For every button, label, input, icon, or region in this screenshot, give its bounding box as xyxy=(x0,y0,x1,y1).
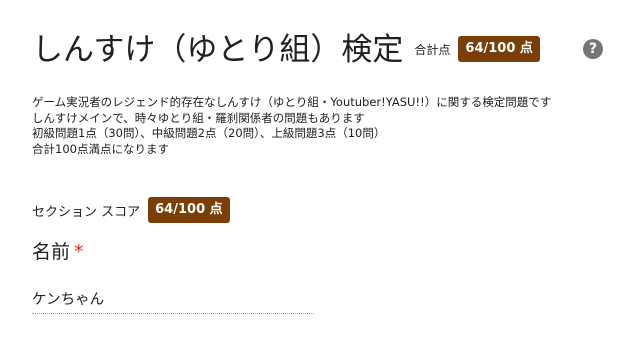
form-description: ゲーム実況者のレジェンド的存在なしんすけ（ゆとり組・Youtuber!YASU!… xyxy=(32,95,602,157)
section-score-label: セクション スコア xyxy=(32,204,141,220)
section-score: セクション スコア 64/100 点 xyxy=(32,197,230,223)
help-circle-icon[interactable]: ? xyxy=(583,39,603,59)
name-answer: ケンちゃん xyxy=(32,288,314,314)
question-title: 名前 * xyxy=(32,237,84,264)
total-score-badge: 64/100 点 xyxy=(458,35,540,62)
quiz-results-page: しんすけ（ゆとり組）検定 合計点 64/100 点 ? ゲーム実況者のレジェンド… xyxy=(0,0,634,364)
required-asterisk: * xyxy=(74,241,84,263)
form-header: しんすけ（ゆとり組）検定 合計点 64/100 点 xyxy=(32,24,540,69)
total-score-label: 合計点 xyxy=(414,43,451,57)
description-line: しんすけメインで、時々ゆとり組・羅刹関係者の問題もあります xyxy=(32,110,365,125)
question-title-text: 名前 xyxy=(32,241,71,263)
description-line: 合計100点満点になります xyxy=(32,141,169,156)
form-title: しんすけ（ゆとり組）検定 xyxy=(32,32,404,68)
description-line: 初級問題1点（30問）、中級問題2点（20問）、上級問題3点（10問） xyxy=(32,126,386,140)
description-line: ゲーム実況者のレジェンド的存在なしんすけ（ゆとり組・Youtuber!YASU!… xyxy=(32,95,552,109)
section-score-badge: 64/100 点 xyxy=(148,197,230,223)
